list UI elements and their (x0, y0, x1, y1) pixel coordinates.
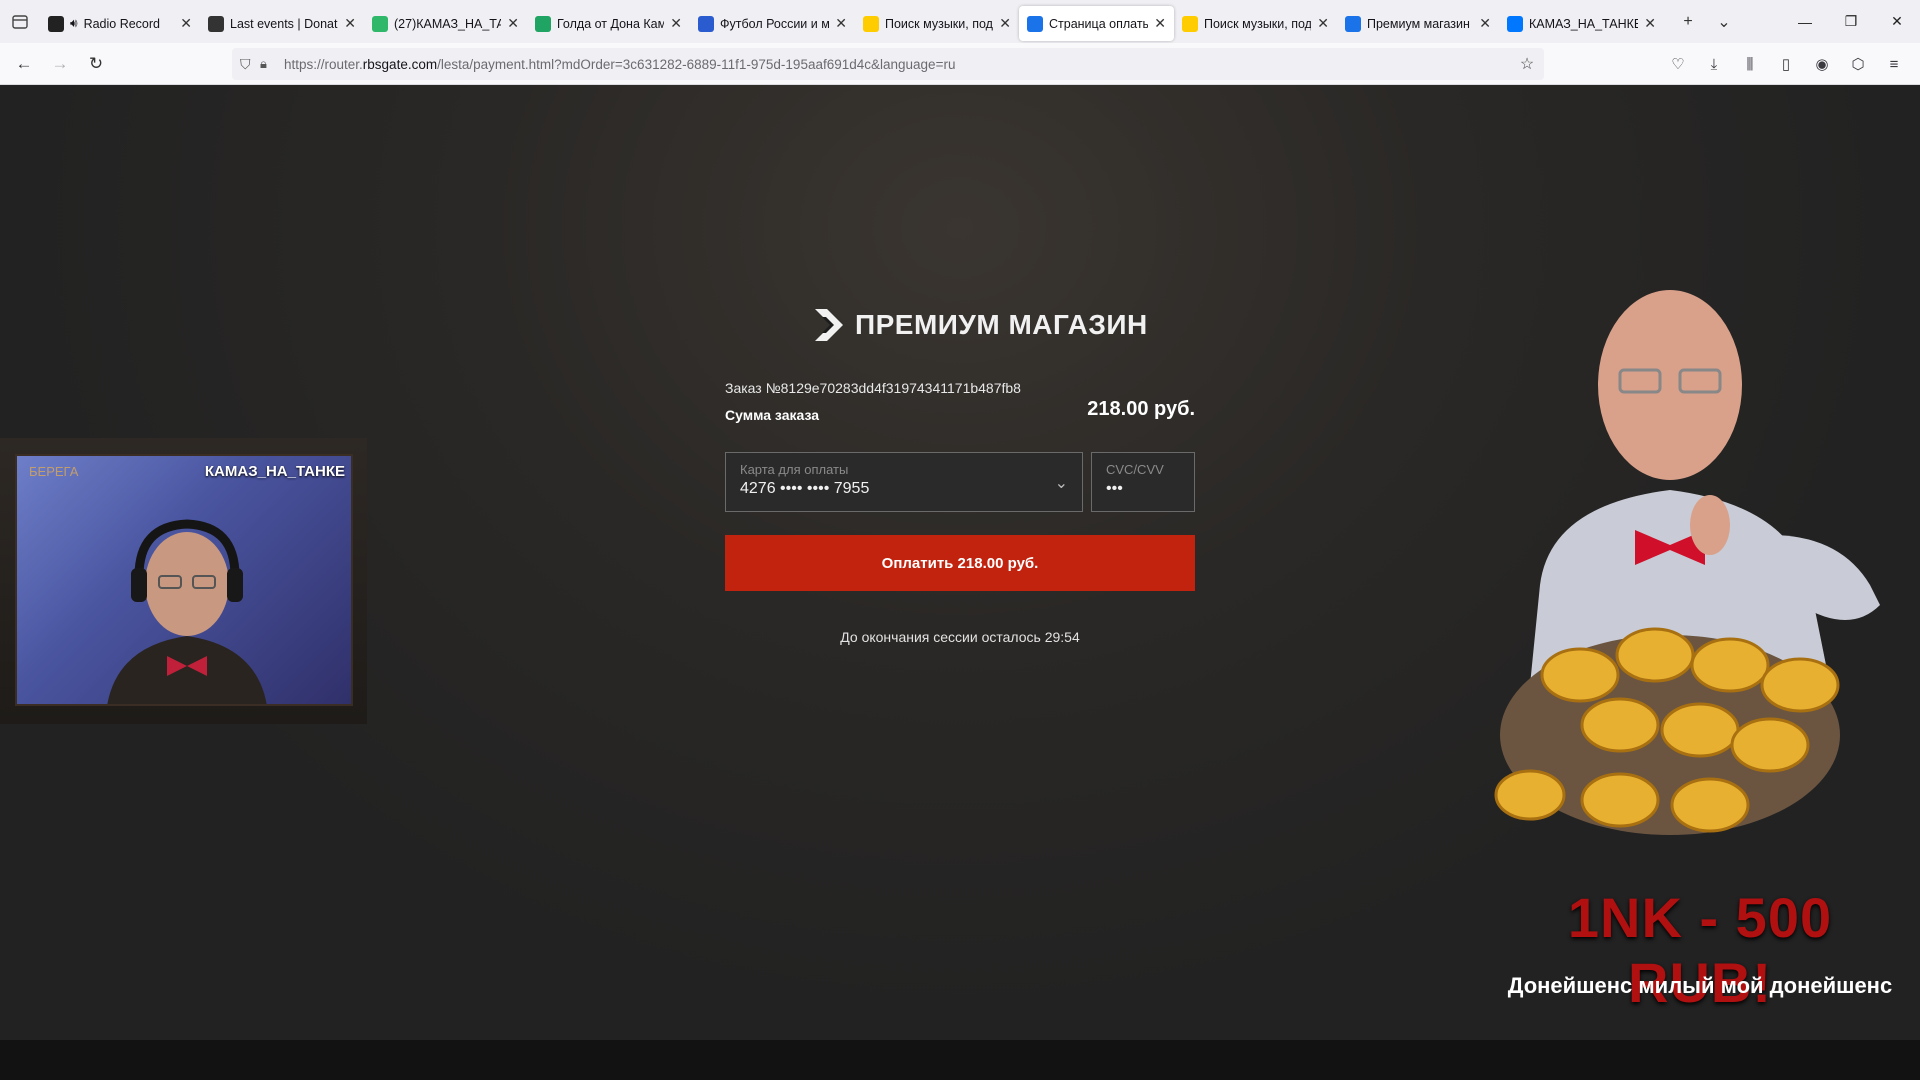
donationalerts-icon (208, 15, 224, 32)
close-tab-icon[interactable]: ✕ (1154, 15, 1166, 32)
reload-button[interactable]: ↻ (78, 48, 114, 80)
tab[interactable]: Last events | Donat ✕ (200, 6, 364, 41)
tab-label: Radio Record (83, 16, 160, 31)
vkplay-icon (372, 15, 388, 32)
lock-icon[interactable]: 🔒︎ (260, 56, 284, 72)
tab-label: Голда от Дона Кам (557, 16, 665, 31)
cvc-label: CVC/CVV (1106, 462, 1164, 477)
yandex-music-icon (863, 15, 879, 32)
chevron-down-icon[interactable]: ⌄ (1055, 473, 1068, 493)
menu-icon[interactable]: ≡ (1876, 56, 1912, 73)
webcam-frame: БЕРЕГА КАМАЗ_НА_ТАНКЕ (15, 454, 353, 706)
close-tab-icon[interactable]: ✕ (1644, 15, 1656, 32)
tab[interactable]: Поиск музыки, под ✕ (1174, 6, 1337, 41)
store-header: ПРЕМИУМ МАГАЗИН (813, 307, 1148, 343)
tab-label: Last events | Donat (230, 16, 338, 31)
new-tab-icon[interactable]: + (1670, 13, 1706, 31)
yandex-music-icon (1182, 15, 1198, 32)
downloads-icon[interactable]: ⤓ (1696, 56, 1732, 73)
streamer-silhouette (107, 519, 267, 704)
order-number: Заказ №8129e70283dd4f31974341171b487fb8 (725, 380, 1021, 396)
url-text[interactable]: https://router.rbsgate.com/lesta/payment… (284, 57, 1510, 72)
tab-label: Поиск музыки, под (885, 16, 993, 31)
card-select-label: Карта для оплаты (740, 462, 849, 477)
firefox-view-button[interactable] (0, 0, 40, 43)
sports-icon (698, 15, 714, 32)
close-tab-icon[interactable]: ✕ (1317, 15, 1329, 32)
order-sum-label: Сумма заказа (725, 407, 820, 423)
library-icon[interactable]: ⫼ (1732, 56, 1768, 73)
card-number-value: 4276 •••• •••• 7955 (740, 480, 870, 497)
back-button[interactable]: ← (6, 48, 42, 80)
sheets-icon (535, 15, 551, 32)
close-tab-icon[interactable]: ✕ (1479, 15, 1491, 32)
tab-label: Страница оплаты (1049, 16, 1149, 31)
tab-bar: 🔊︎ Radio Record ✕ Last events | Donat ✕ (27)К… (0, 0, 1920, 43)
tab-label: КАМАЗ_НА_ТАНКЕ (1529, 16, 1639, 31)
tab[interactable]: (27)КАМАЗ_НА_ТА ✕ (364, 6, 527, 41)
address-bar[interactable]: ⛉ 🔒︎ https://router.rbsgate.com/lesta/pa… (232, 48, 1544, 80)
forward-button[interactable]: → (42, 48, 78, 80)
window-close-icon[interactable]: ✕ (1874, 0, 1920, 43)
webcam-tag: БЕРЕГА (29, 464, 79, 479)
tab-label: Футбол России и м (720, 16, 830, 31)
forward-arrow-icon: → (51, 53, 69, 73)
reload-icon: ↻ (88, 53, 104, 73)
cvc-value[interactable]: ••• (1106, 480, 1180, 498)
close-tab-icon[interactable]: ✕ (344, 15, 356, 32)
speaker-icon[interactable]: 🔊︎ (70, 16, 78, 31)
restore-icon[interactable]: ❐ (1828, 0, 1874, 43)
tracking-protection-shield-icon[interactable]: ⛉ (240, 56, 260, 73)
session-timer: До окончания сессии осталось 29:54 (840, 629, 1080, 645)
close-tab-icon[interactable]: ✕ (835, 15, 847, 32)
bottom-strip (0, 1040, 1920, 1080)
promo-subtitle: Донейшенс милый мой донейшенс (1507, 973, 1893, 998)
firefox-view-icon (12, 14, 28, 29)
tab[interactable]: Премиум магазин ✕ (1337, 6, 1499, 41)
order-sum-value: 218.00 руб. (1087, 398, 1195, 420)
tab[interactable]: Страница оплаты ✕ (1019, 6, 1174, 41)
tab[interactable]: Голда от Дона Кам ✕ (527, 6, 690, 41)
webcam-streamer-name: КАМАЗ_НА_ТАНКЕ (204, 463, 345, 480)
cvc-input[interactable]: CVC/CVV ••• (1091, 452, 1195, 512)
minimize-icon[interactable]: — (1782, 0, 1828, 43)
lesta-icon (1027, 15, 1043, 32)
back-arrow-icon: ← (15, 53, 33, 73)
tab-label: (27)КАМАЗ_НА_ТА (394, 16, 502, 31)
bookmark-star-icon[interactable]: ☆ (1510, 54, 1544, 74)
sidebar-icon[interactable]: ▯ (1768, 55, 1804, 73)
tab-label: Премиум магазин (1367, 16, 1470, 31)
webcam-overlay: БЕРЕГА КАМАЗ_НА_ТАНКЕ (0, 438, 367, 724)
tab[interactable]: Футбол России и м ✕ (690, 6, 855, 41)
lesta-icon (1345, 15, 1361, 32)
account-icon[interactable]: ◉ (1804, 55, 1840, 73)
list-all-tabs-icon[interactable]: ⌄ (1706, 12, 1742, 32)
close-tab-icon[interactable]: ✕ (999, 15, 1011, 32)
vk-icon (1507, 15, 1523, 32)
navigation-toolbar: ← → ↻ ⛉ 🔒︎ https://router.rbsgate.com/le… (0, 43, 1920, 85)
radio-record-icon (48, 15, 64, 32)
store-title: ПРЕМИУМ МАГАЗИН (855, 309, 1148, 340)
pocket-icon[interactable]: ♡ (1660, 55, 1696, 73)
close-tab-icon[interactable]: ✕ (670, 15, 682, 32)
mascot-with-gold-image (1494, 290, 1880, 835)
tab[interactable]: 🔊︎ Radio Record ✕ (40, 6, 200, 41)
tab[interactable]: КАМАЗ_НА_ТАНКЕ ✕ (1499, 6, 1664, 41)
card-select[interactable]: Карта для оплаты 4276 •••• •••• 7955 ⌄ (725, 452, 1083, 512)
lesta-logo-icon (815, 309, 843, 341)
close-tab-icon[interactable]: ✕ (180, 15, 192, 32)
close-tab-icon[interactable]: ✕ (507, 15, 519, 32)
extensions-icon[interactable]: ⬡ (1840, 55, 1876, 73)
pay-button[interactable]: Оплатить 218.00 руб. (725, 535, 1195, 591)
tab-label: Поиск музыки, под (1204, 16, 1312, 31)
tab[interactable]: Поиск музыки, под ✕ (855, 6, 1019, 41)
